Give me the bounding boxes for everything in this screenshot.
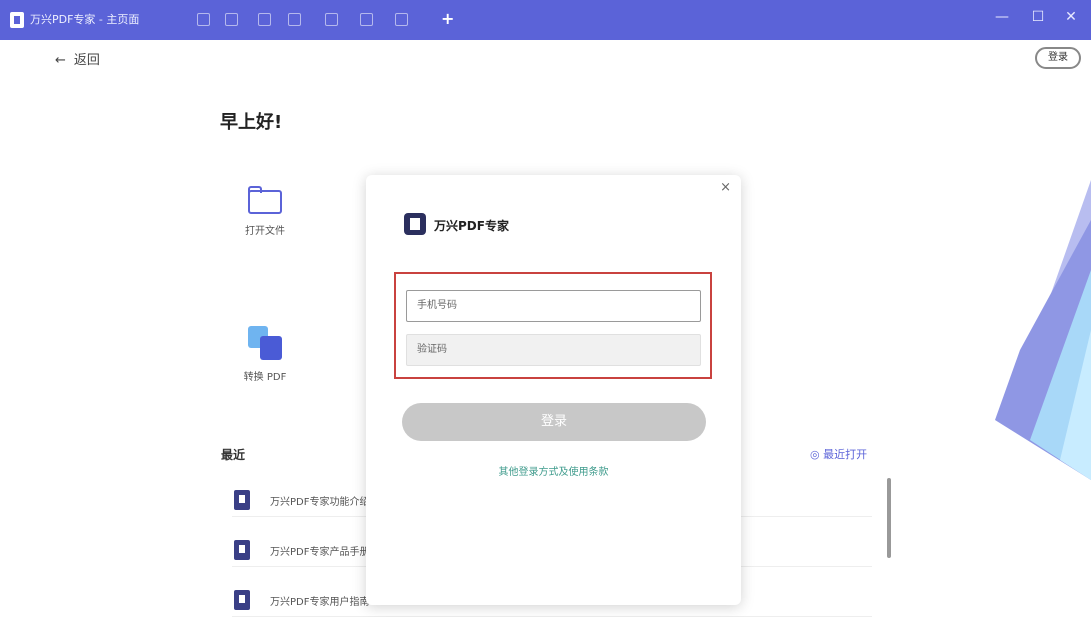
convert-pdf-label: 转换 PDF — [243, 372, 287, 383]
login-submit-button[interactable]: 登录 — [402, 403, 706, 441]
recent-open-link[interactable]: ◎ 最近打开 — [810, 446, 867, 462]
toolbar-icon-7[interactable] — [395, 13, 408, 26]
file-name: 万兴PDF专家功能介绍 — [270, 497, 370, 508]
folder-icon — [248, 186, 282, 214]
toolbar-icon-1[interactable] — [197, 13, 210, 26]
toolbar-icon-3[interactable] — [258, 13, 271, 26]
back-button[interactable]: ← 返回 — [55, 49, 108, 68]
convert-icon — [248, 326, 282, 360]
login-button[interactable]: 登录 — [1035, 47, 1081, 69]
toolbar-icon-5[interactable] — [325, 13, 338, 26]
open-file-label: 打开文件 — [245, 226, 285, 237]
login-dialog: × 万兴PDF专家 手机号码 验证码 登录 其他登录方式及使用条款 — [366, 175, 741, 605]
toolbar-icon-6[interactable] — [360, 13, 373, 26]
greeting-title: 早上好! — [220, 112, 283, 133]
brand-name: 万兴PDF专家 — [434, 219, 509, 233]
toolbar-icon-4[interactable] — [288, 13, 301, 26]
verification-code-input[interactable]: 验证码 — [406, 334, 701, 366]
pdf-file-icon — [234, 590, 250, 610]
new-tab-button[interactable]: + — [441, 9, 454, 28]
pdf-file-icon — [234, 540, 250, 560]
file-name: 万兴PDF专家用户指南 — [270, 597, 370, 608]
decorative-banner-illustration — [995, 180, 1091, 480]
recent-heading: 最近 — [221, 448, 246, 462]
minimize-button[interactable]: — — [992, 9, 1012, 25]
dialog-close-button[interactable]: × — [720, 180, 731, 195]
toolbar-icon-2[interactable] — [225, 13, 238, 26]
open-file-tile[interactable]: 打开文件 — [240, 186, 290, 237]
title-bar: 万兴PDF专家 - 主页面 + — ☐ ✕ — [0, 0, 1091, 40]
convert-pdf-tile[interactable]: 转换 PDF — [240, 326, 290, 383]
close-window-button[interactable]: ✕ — [1061, 9, 1081, 25]
maximize-button[interactable]: ☐ — [1028, 9, 1048, 25]
brand-logo-icon — [404, 213, 426, 235]
window-title: 万兴PDF专家 - 主页面 — [30, 13, 140, 26]
phone-input[interactable]: 手机号码 — [406, 290, 701, 322]
file-name: 万兴PDF专家产品手册 — [270, 547, 370, 558]
pdf-file-icon — [234, 490, 250, 510]
back-arrow-icon: ← — [55, 53, 66, 68]
back-label: 返回 — [73, 53, 100, 68]
app-logo-icon — [10, 12, 24, 28]
login-form-highlight: 手机号码 验证码 — [394, 272, 712, 379]
other-login-link[interactable]: 其他登录方式及使用条款 — [366, 463, 741, 478]
recent-scrollbar[interactable] — [887, 478, 891, 558]
